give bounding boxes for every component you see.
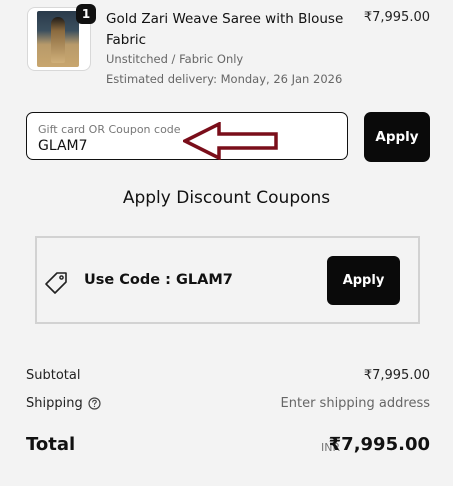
coupon-card: Use Code : GLAM7 Apply — [35, 236, 420, 324]
apply-glam7-button[interactable]: Apply — [327, 256, 400, 305]
apply-coupon-button[interactable]: Apply — [364, 112, 430, 162]
total-value: ₹7,995.00 — [328, 434, 430, 455]
product-price: ₹7,995.00 — [363, 10, 430, 25]
discount-section-title: Apply Discount Coupons — [122, 188, 331, 208]
estimated-delivery: Estimated delivery: Monday, 26 Jan 2026 — [106, 72, 343, 86]
shipping-value: Enter shipping address — [280, 396, 430, 411]
coupon-field-label: Gift card OR Coupon code — [38, 123, 181, 136]
quantity-badge: 1 — [76, 4, 96, 24]
subtotal-value: ₹7,995.00 — [363, 368, 430, 383]
product-title: Gold Zari Weave Saree with Blouse Fabric — [106, 11, 344, 48]
help-circle-icon[interactable] — [88, 397, 101, 410]
coupon-code-label: Use Code : GLAM7 — [84, 272, 233, 288]
coupon-field-value[interactable]: GLAM7 — [38, 138, 88, 154]
product-image — [37, 11, 79, 67]
left-arrow-icon — [183, 122, 278, 160]
product-variant: Unstitched / Fabric Only — [106, 52, 244, 66]
tag-icon — [45, 272, 67, 294]
subtotal-label: Subtotal — [26, 368, 81, 383]
total-label: Total — [26, 434, 76, 455]
shipping-label: Shipping — [26, 396, 83, 411]
